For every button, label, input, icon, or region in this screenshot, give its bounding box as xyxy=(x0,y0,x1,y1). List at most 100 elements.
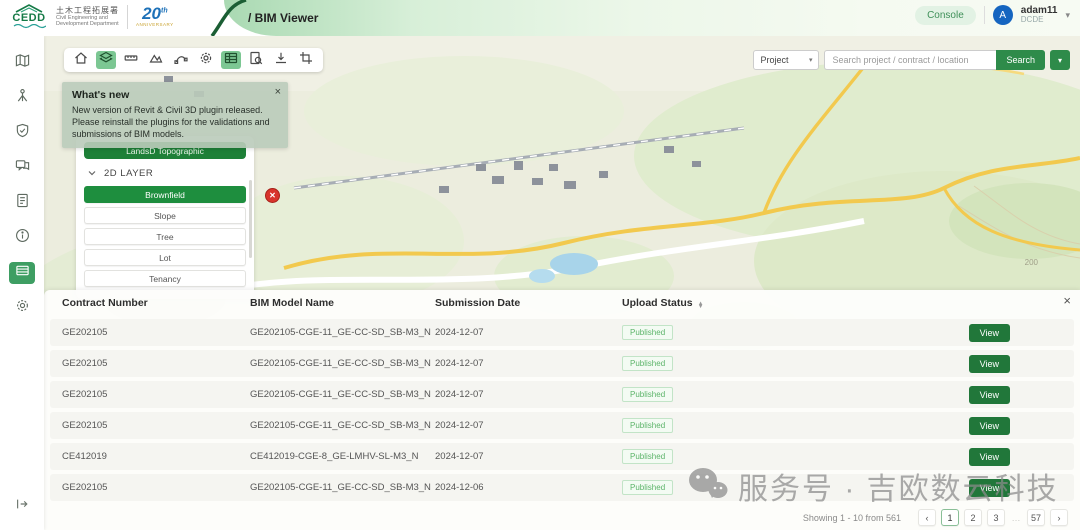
sidebar-item-map[interactable] xyxy=(9,52,35,74)
col-submission-date: Submission Date xyxy=(435,297,622,309)
status-badge: Published xyxy=(622,356,673,371)
user-menu-chevron-icon[interactable]: ▾ xyxy=(1065,10,1070,21)
layer-button-slope[interactable]: Slope xyxy=(84,207,246,224)
sidebar-collapse-button[interactable] xyxy=(0,497,44,516)
anniversary-logo: 20th ANNIVERSARY xyxy=(136,5,174,28)
table-icon xyxy=(224,51,238,70)
table-header-row: Contract Number BIM Model Name Submissio… xyxy=(44,290,1080,315)
sidebar-item-settings[interactable] xyxy=(9,297,35,319)
pagination-ellipsis: … xyxy=(1010,513,1022,523)
close-icon[interactable]: × xyxy=(1063,293,1071,308)
layer-panel-scrollbar[interactable] xyxy=(249,180,252,258)
layer-section-2d[interactable]: 2D LAYER xyxy=(88,168,246,179)
chevron-down-icon: ▾ xyxy=(809,56,813,64)
sidebar-item-comments[interactable] xyxy=(9,157,35,179)
view-button[interactable]: View xyxy=(969,355,1010,373)
view-button[interactable]: View xyxy=(969,386,1010,404)
pagination-page-1[interactable]: 1 xyxy=(941,509,959,526)
status-badge: Published xyxy=(622,449,673,464)
layer-panel: LandsD Topographic 2D LAYER Brownfield S… xyxy=(76,136,254,299)
sidebar-item-validation[interactable] xyxy=(9,122,35,144)
app-header: CEDD 土木工程拓展署 Civil Engineering and Devel… xyxy=(0,0,1080,36)
data-table-tool[interactable] xyxy=(221,51,241,69)
pagination-prev[interactable]: ‹ xyxy=(918,509,936,526)
layers-icon xyxy=(99,51,113,70)
crop-icon xyxy=(299,51,313,70)
layer-button-tree[interactable]: Tree xyxy=(84,228,246,245)
gear-tool[interactable] xyxy=(196,51,216,69)
view-button[interactable]: View xyxy=(969,479,1010,497)
search-button[interactable]: Search xyxy=(996,50,1045,70)
table-row: GE202105 GE202105-CGE-11_GE-CC-SD_SB-M3_… xyxy=(50,381,1074,408)
sidebar-item-info[interactable] xyxy=(9,227,35,249)
left-sidebar xyxy=(0,36,44,530)
page-title: / BIM Viewer xyxy=(248,11,318,25)
submissions-table-panel: × Contract Number BIM Model Name Submiss… xyxy=(44,290,1080,530)
draw-path-tool[interactable] xyxy=(171,51,191,69)
table-row: GE202105 GE202105-CGE-11_GE-CC-SD_SB-M3_… xyxy=(50,319,1074,346)
map-toolbar xyxy=(64,48,323,72)
sidebar-item-model-table[interactable] xyxy=(9,262,35,284)
layer-button-tenancy[interactable]: Tenancy xyxy=(84,270,246,287)
map-search-bar: Project ▾ Search ▾ xyxy=(753,50,1070,70)
gear-icon xyxy=(15,298,30,318)
org-name: 土木工程拓展署 Civil Engineering and Developmen… xyxy=(56,6,119,28)
measure-tool[interactable] xyxy=(121,51,141,69)
pagination-page-3[interactable]: 3 xyxy=(987,509,1005,526)
status-badge: Published xyxy=(622,325,673,340)
view-button[interactable]: View xyxy=(969,324,1010,342)
col-contract-number: Contract Number xyxy=(62,297,250,309)
search-options-button[interactable]: ▾ xyxy=(1050,50,1070,70)
download-icon xyxy=(274,51,288,70)
home-tool[interactable] xyxy=(71,51,91,69)
pagination-next[interactable]: › xyxy=(1050,509,1068,526)
map-contour-label: 200 xyxy=(1025,258,1038,267)
header-curve-accent xyxy=(200,0,252,36)
sidebar-item-documents[interactable] xyxy=(9,192,35,214)
showing-label: Showing 1 - 10 from 561 xyxy=(803,513,901,523)
bim-viewer-app: ✕ 200 CEDD 土木工程拓展署 Civil Engineering and xyxy=(0,0,1080,530)
terrain-tool[interactable] xyxy=(146,51,166,69)
download-tool[interactable] xyxy=(271,51,291,69)
col-upload-status[interactable]: Upload Status▲▼ xyxy=(622,297,966,309)
map-icon xyxy=(15,53,30,73)
status-badge: Published xyxy=(622,387,673,402)
document-icon xyxy=(15,193,30,213)
gear-small-icon xyxy=(199,51,213,70)
whats-new-body: New version of Revit & Civil 3D plugin r… xyxy=(72,104,278,140)
layers-tool[interactable] xyxy=(96,51,116,69)
avatar[interactable]: A xyxy=(993,5,1013,25)
search-input[interactable] xyxy=(824,50,996,70)
table-row: GE202105 GE202105-CGE-11_GE-CC-SD_SB-M3_… xyxy=(50,412,1074,439)
sidebar-item-survey[interactable] xyxy=(9,87,35,109)
console-button[interactable]: Console xyxy=(915,6,976,25)
map-alert-marker[interactable]: ✕ xyxy=(265,188,280,203)
sort-icon[interactable]: ▲▼ xyxy=(698,303,704,309)
comments-icon xyxy=(15,158,30,178)
view-button[interactable]: View xyxy=(969,417,1010,435)
close-icon[interactable]: × xyxy=(275,86,281,98)
doc-search-tool[interactable] xyxy=(246,51,266,69)
whats-new-title: What's new xyxy=(72,89,278,101)
status-badge: Published xyxy=(622,418,673,433)
crop-tool[interactable] xyxy=(296,51,316,69)
layer-button-lot[interactable]: Lot xyxy=(84,249,246,266)
search-filter-select[interactable]: Project ▾ xyxy=(753,50,819,70)
table-row: CE412019 CE412019-CGE-8_GE-LMHV-SL-M3_N … xyxy=(50,443,1074,470)
survey-tripod-icon xyxy=(15,88,30,108)
info-icon xyxy=(15,228,30,248)
shield-check-icon xyxy=(15,123,30,143)
pagination-page-2[interactable]: 2 xyxy=(964,509,982,526)
home-icon xyxy=(74,51,88,70)
header-divider xyxy=(127,5,128,29)
view-button[interactable]: View xyxy=(969,448,1010,466)
table-row: GE202105 GE202105-CGE-11_GE-CC-SD_SB-M3_… xyxy=(50,350,1074,377)
col-bim-model-name: BIM Model Name xyxy=(250,297,435,309)
layer-button-brownfield[interactable]: Brownfield xyxy=(84,186,246,203)
mountain-icon xyxy=(149,51,163,70)
table-footer: Showing 1 - 10 from 561 ‹ 1 2 3 … 57 › xyxy=(803,509,1068,526)
model-table-icon xyxy=(15,263,30,283)
cedd-logo: CEDD xyxy=(12,3,46,30)
pagination-page-last[interactable]: 57 xyxy=(1027,509,1045,526)
status-badge: Published xyxy=(622,480,673,495)
